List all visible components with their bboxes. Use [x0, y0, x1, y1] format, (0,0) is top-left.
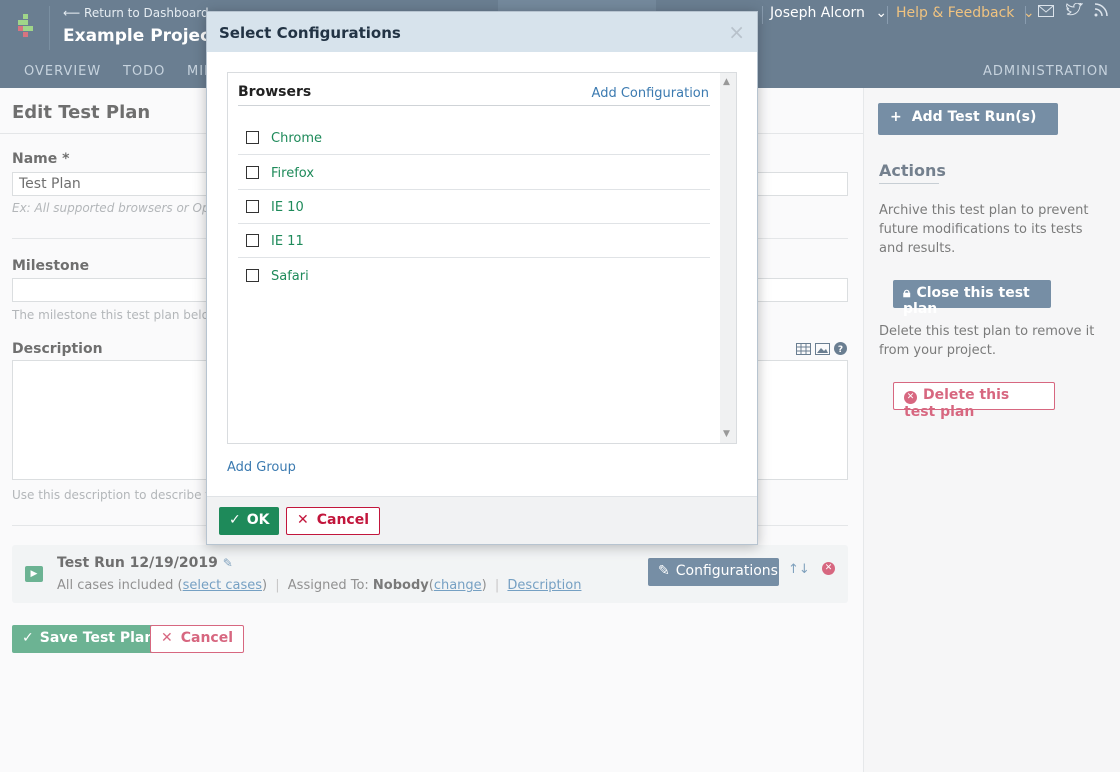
config-item-safari[interactable]: Safari: [238, 259, 710, 293]
group-title: Browsers: [238, 84, 312, 100]
scroll-up-icon[interactable]: ▲: [723, 77, 730, 87]
select-configurations-dialog: Select Configurations × Browsers Add Con…: [206, 11, 758, 545]
config-label[interactable]: Firefox: [271, 166, 314, 181]
ok-button[interactable]: ✓ OK: [219, 507, 280, 535]
config-item-ie10[interactable]: IE 10: [238, 190, 710, 224]
dialog-title: Select Configurations: [219, 24, 401, 42]
config-label[interactable]: IE 10: [271, 200, 304, 215]
close-icon[interactable]: ×: [728, 20, 745, 44]
config-item-ie11[interactable]: IE 11: [238, 224, 710, 258]
config-item-chrome[interactable]: Chrome: [238, 121, 710, 155]
config-label[interactable]: IE 11: [271, 234, 304, 249]
config-item-firefox[interactable]: Firefox: [238, 156, 710, 190]
configurations-panel: Browsers Add Configuration Chrome Firefo…: [227, 72, 737, 444]
cancel-label: Cancel: [316, 512, 370, 528]
checkbox[interactable]: [246, 166, 259, 179]
divider: [238, 105, 710, 106]
close-icon: ✕: [297, 512, 309, 528]
checkbox[interactable]: [246, 234, 259, 247]
check-icon: ✓: [229, 512, 241, 528]
config-label[interactable]: Chrome: [271, 131, 322, 146]
cancel-button[interactable]: ✕ Cancel: [286, 507, 381, 535]
scrollbar[interactable]: ▲ ▼: [720, 73, 736, 443]
dialog-footer: ✓ OK ✕ Cancel: [207, 496, 757, 544]
checkbox[interactable]: [246, 131, 259, 144]
add-configuration-link[interactable]: Add Configuration: [592, 86, 709, 101]
add-group-link[interactable]: Add Group: [227, 460, 296, 475]
config-label[interactable]: Safari: [271, 269, 309, 284]
dialog-header: Select Configurations ×: [207, 12, 757, 52]
checkbox[interactable]: [246, 200, 259, 213]
checkbox[interactable]: [246, 269, 259, 282]
scroll-down-icon[interactable]: ▼: [723, 429, 730, 439]
ok-label: OK: [246, 512, 270, 528]
